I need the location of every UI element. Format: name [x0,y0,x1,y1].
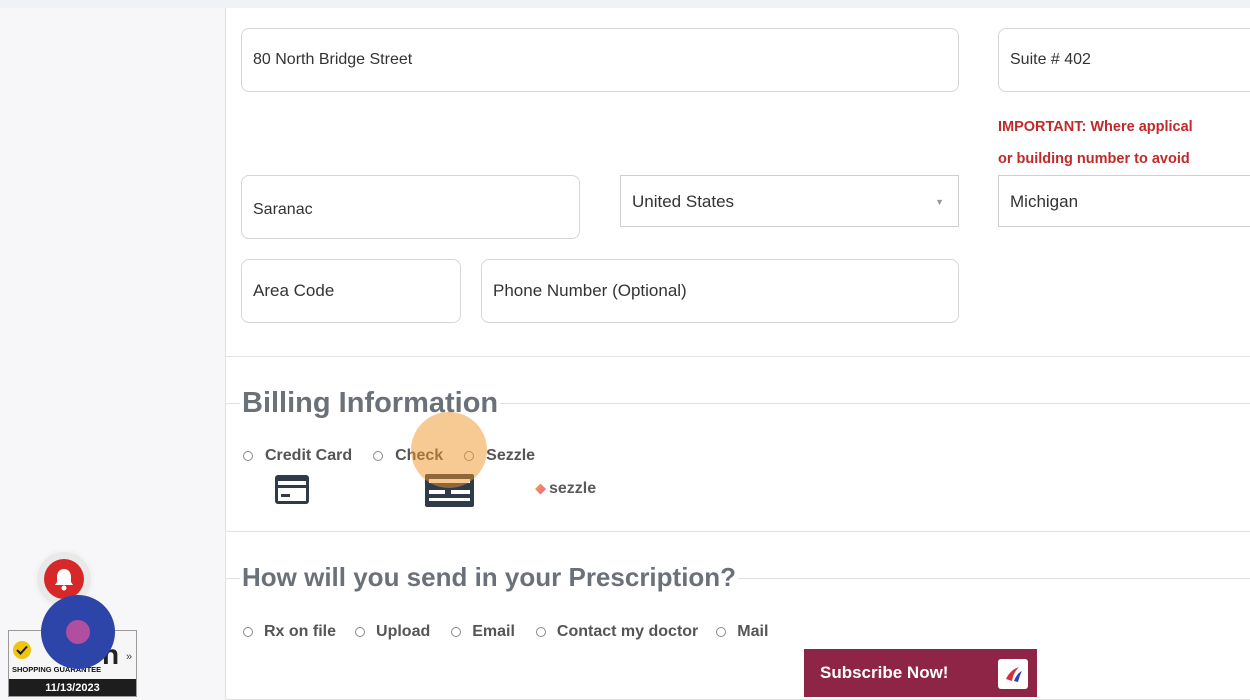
upload-label: Upload [376,623,431,640]
subscribe-logo-icon [998,659,1028,689]
area-code-placeholder: Area Code [253,281,335,300]
city-value: Saranac [253,201,313,218]
phone-number-field[interactable]: Phone Number (Optional) [481,259,959,323]
important-notice-line2: or building number to avoid [998,151,1190,167]
rx-option-upload[interactable]: Upload [355,623,430,641]
checkmark-icon [13,641,31,659]
state-select[interactable]: Michigan [998,175,1250,227]
floating-action-button[interactable] [41,595,115,669]
rx-option-email[interactable]: Email [451,623,515,641]
rx-option-mail[interactable]: Mail [716,623,768,641]
mail-radio[interactable] [716,627,727,637]
chevron-down-icon: ▼ [935,197,944,207]
country-value: United States [632,192,735,211]
rx-on-file-radio[interactable] [243,627,253,637]
bell-icon [44,559,84,599]
fab-dot-icon [66,620,90,644]
address-line1-value: 80 North Bridge Street [253,51,413,68]
sezzle-label: Sezzle [486,447,536,464]
badge-arrows: » [126,651,133,663]
payment-option-credit-card[interactable]: Credit Card [243,447,352,465]
credit-card-label: Credit Card [265,447,353,464]
credit-card-radio[interactable] [243,451,253,461]
state-value: Michigan [1010,192,1079,211]
credit-card-icon [275,475,309,504]
important-notice-line1: IMPORTANT: Where applical [998,119,1193,135]
contact-doctor-label: Contact my doctor [556,623,699,640]
check-radio[interactable] [373,451,384,461]
phone-number-placeholder: Phone Number (Optional) [493,281,687,300]
billing-options: Credit Card Check Sezzle [243,447,535,465]
address-line2-value: Suite # 402 [1010,51,1091,68]
sezzle-logo-text: sezzle [549,480,597,497]
contact-doctor-radio[interactable] [535,627,546,637]
country-select[interactable]: United States ▼ [620,175,959,227]
rx-option-rx-on-file[interactable]: Rx on file [243,623,336,641]
badge-date: 11/13/2023 [9,679,136,696]
email-radio[interactable] [451,627,462,637]
upload-radio[interactable] [355,627,366,637]
address-line1-field[interactable]: 80 North Bridge Street [241,28,959,92]
sezzle-mark-icon [535,483,546,495]
subscribe-now-button[interactable]: Subscribe Now! [804,649,1037,697]
prescription-options: Rx on file Upload Email Contact my docto… [243,623,768,641]
city-field[interactable]: Saranac [241,175,580,239]
mail-label: Mail [737,623,769,640]
rx-on-file-label: Rx on file [264,623,337,640]
rx-option-contact-doctor[interactable]: Contact my doctor [535,623,699,641]
email-label: Email [472,623,515,640]
top-strip [0,0,1250,8]
sezzle-logo: sezzle [535,480,596,498]
billing-information-section: Billing Information [225,387,1250,532]
area-code-field[interactable]: Area Code [241,259,461,323]
address-line2-field[interactable]: Suite # 402 [998,28,1250,92]
subscribe-label: Subscribe Now! [820,663,949,682]
bell-glyph-icon [55,569,73,591]
prescription-title: How will you send in your Prescription? [240,562,739,593]
click-highlight-marker [411,412,487,488]
